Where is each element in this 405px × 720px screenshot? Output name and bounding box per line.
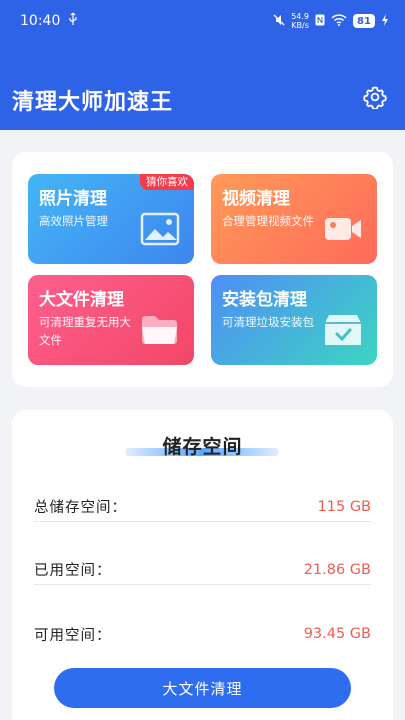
net-speed: 54.9 KB/s bbox=[291, 12, 309, 30]
tile-desc: 可清理重复无用大文件 bbox=[39, 315, 131, 347]
page-title: 清理大师加速王 bbox=[12, 90, 174, 115]
net-speed-unit: KB/s bbox=[291, 21, 309, 30]
row-value: 115 GB bbox=[317, 498, 371, 515]
video-clean-tile[interactable]: 视频清理 合理管理视频文件 bbox=[211, 174, 377, 264]
apk-clean-tile[interactable]: 安装包清理 可清理垃圾安装包 bbox=[211, 275, 377, 365]
net-speed-value: 54.9 bbox=[291, 12, 309, 21]
tile-desc: 高效照片管理 bbox=[39, 214, 108, 228]
mute-icon bbox=[273, 14, 285, 29]
wifi-icon bbox=[331, 13, 347, 29]
large-file-clean-button[interactable]: 大文件清理 bbox=[54, 668, 351, 708]
tile-title: 大文件清理 bbox=[39, 290, 124, 310]
large-file-clean-tile[interactable]: 大文件清理 可清理重复无用大文件 bbox=[28, 275, 194, 365]
row-value: 93.45 GB bbox=[303, 626, 371, 642]
tile-title: 照片清理 bbox=[39, 189, 107, 209]
tile-title: 视频清理 bbox=[222, 189, 290, 209]
row-label: 可用空间： bbox=[34, 627, 112, 644]
battery-indicator: 81 bbox=[353, 14, 375, 28]
tile-title: 安装包清理 bbox=[222, 290, 307, 310]
status-bar: 10:40 54.9 KB/s 81 bbox=[0, 0, 405, 42]
free-storage-row: 可用空间： 93.45 GB bbox=[34, 619, 371, 649]
row-label: 已用空间： bbox=[34, 563, 112, 579]
video-camera-icon bbox=[325, 218, 361, 240]
app-header: 10:40 54.9 KB/s 81 清理大师加速王 bbox=[0, 0, 405, 130]
used-storage-row: 已用空间： 21.86 GB bbox=[34, 555, 371, 585]
row-value: 21.86 GB bbox=[303, 561, 371, 578]
total-storage-row: 总储存空间： 115 GB bbox=[34, 492, 371, 522]
charging-icon bbox=[381, 13, 389, 29]
row-label: 总储存空间： bbox=[34, 500, 127, 516]
status-time: 10:40 bbox=[20, 13, 61, 29]
usb-icon bbox=[68, 12, 78, 30]
tools-card: 照片清理 高效照片管理 猜你喜欢 视频清理 合理管理视频文件 大文件清理 可清理… bbox=[12, 152, 393, 387]
image-icon bbox=[140, 212, 180, 246]
storage-card: 储存空间 总储存空间： 115 GB 已用空间： 21.86 GB 可用空间： … bbox=[12, 410, 393, 720]
storage-title: 储存空间 bbox=[162, 436, 243, 458]
gear-icon bbox=[363, 86, 387, 110]
folder-icon bbox=[142, 316, 177, 344]
recommend-badge: 猜你喜欢 bbox=[140, 174, 194, 190]
settings-button[interactable] bbox=[363, 85, 387, 110]
nfc-icon bbox=[315, 14, 325, 29]
photo-clean-tile[interactable]: 照片清理 高效照片管理 猜你喜欢 bbox=[28, 174, 194, 264]
package-icon bbox=[325, 315, 361, 345]
tile-desc: 合理管理视频文件 bbox=[222, 214, 314, 228]
tile-desc: 可清理垃圾安装包 bbox=[222, 315, 314, 329]
